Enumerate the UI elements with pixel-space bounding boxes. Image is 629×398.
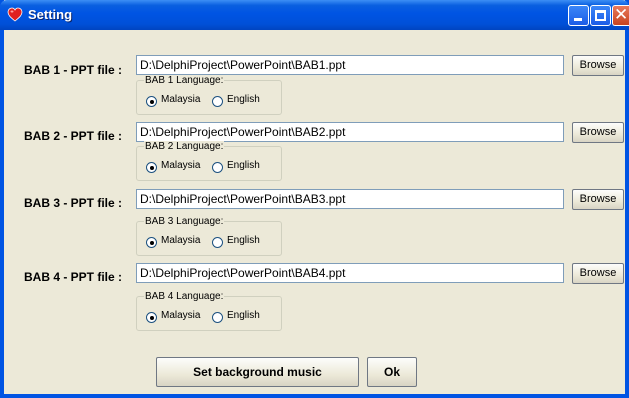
setting-window: Setting ✕ BAB 1 - PPT file : D:\DelphiPr… (0, 0, 629, 398)
bab3-label: BAB 3 - PPT file : (24, 196, 123, 210)
bab2-language-label: BAB 2 Language: (144, 141, 225, 152)
bab3-english-radio[interactable] (212, 237, 223, 248)
bab1-malaysia-radio[interactable] (146, 96, 157, 107)
bab2-english-label[interactable]: English (227, 160, 260, 171)
bab1-english-radio[interactable] (212, 96, 223, 107)
minimize-icon (574, 18, 582, 21)
bab4-language-group: BAB 4 Language: Malaysia English (136, 291, 282, 331)
ok-button[interactable]: Ok (367, 357, 417, 387)
bab4-english-radio[interactable] (212, 312, 223, 323)
set-background-music-button[interactable]: Set background music (156, 357, 359, 387)
bab4-browse-button[interactable]: Browse (572, 263, 624, 284)
bab4-malaysia-radio[interactable] (146, 312, 157, 323)
window-title: Setting (28, 7, 73, 22)
bab2-path-field[interactable]: D:\DelphiProject\PowerPoint\BAB2.ppt (136, 122, 564, 142)
radio-dot-icon (149, 315, 154, 320)
bab1-label: BAB 1 - PPT file : (24, 63, 123, 77)
bab4-language-label: BAB 4 Language: (144, 291, 225, 302)
radio-dot-icon (149, 240, 154, 245)
bab4-english-label[interactable]: English (227, 310, 260, 321)
bab2-label: BAB 2 - PPT file : (24, 129, 123, 143)
bab4-path-field[interactable]: D:\DelphiProject\PowerPoint\BAB4.ppt (136, 263, 564, 283)
bab1-english-label[interactable]: English (227, 94, 260, 105)
bab1-language-group: BAB 1 Language: Malaysia English (136, 75, 282, 115)
radio-dot-icon (149, 165, 154, 170)
bab1-malaysia-label[interactable]: Malaysia (161, 94, 200, 105)
heart-icon (7, 7, 23, 22)
bab1-browse-button[interactable]: Browse (572, 55, 624, 76)
bab2-english-radio[interactable] (212, 162, 223, 173)
bab1-path-field[interactable]: D:\DelphiProject\PowerPoint\BAB1.ppt (136, 55, 564, 75)
bab3-english-label[interactable]: English (227, 235, 260, 246)
bab2-malaysia-radio[interactable] (146, 162, 157, 173)
title-bar[interactable]: Setting ✕ (0, 0, 629, 30)
maximize-button[interactable] (590, 5, 611, 26)
close-icon: ✕ (614, 5, 629, 25)
bab3-language-group: BAB 3 Language: Malaysia English (136, 216, 282, 256)
bab4-label: BAB 4 - PPT file : (24, 270, 123, 284)
bab3-malaysia-label[interactable]: Malaysia (161, 235, 200, 246)
bab1-language-label: BAB 1 Language: (144, 75, 225, 86)
bab4-malaysia-label[interactable]: Malaysia (161, 310, 200, 321)
bab3-path-field[interactable]: D:\DelphiProject\PowerPoint\BAB3.ppt (136, 189, 564, 209)
bab2-language-group: BAB 2 Language: Malaysia English (136, 141, 282, 181)
close-button[interactable]: ✕ (612, 5, 629, 26)
bab2-malaysia-label[interactable]: Malaysia (161, 160, 200, 171)
bab2-browse-button[interactable]: Browse (572, 122, 624, 143)
bab3-browse-button[interactable]: Browse (572, 189, 624, 210)
bab3-language-label: BAB 3 Language: (144, 216, 225, 227)
minimize-button[interactable] (568, 5, 589, 26)
bab3-malaysia-radio[interactable] (146, 237, 157, 248)
maximize-icon (595, 10, 606, 21)
radio-dot-icon (149, 99, 154, 104)
